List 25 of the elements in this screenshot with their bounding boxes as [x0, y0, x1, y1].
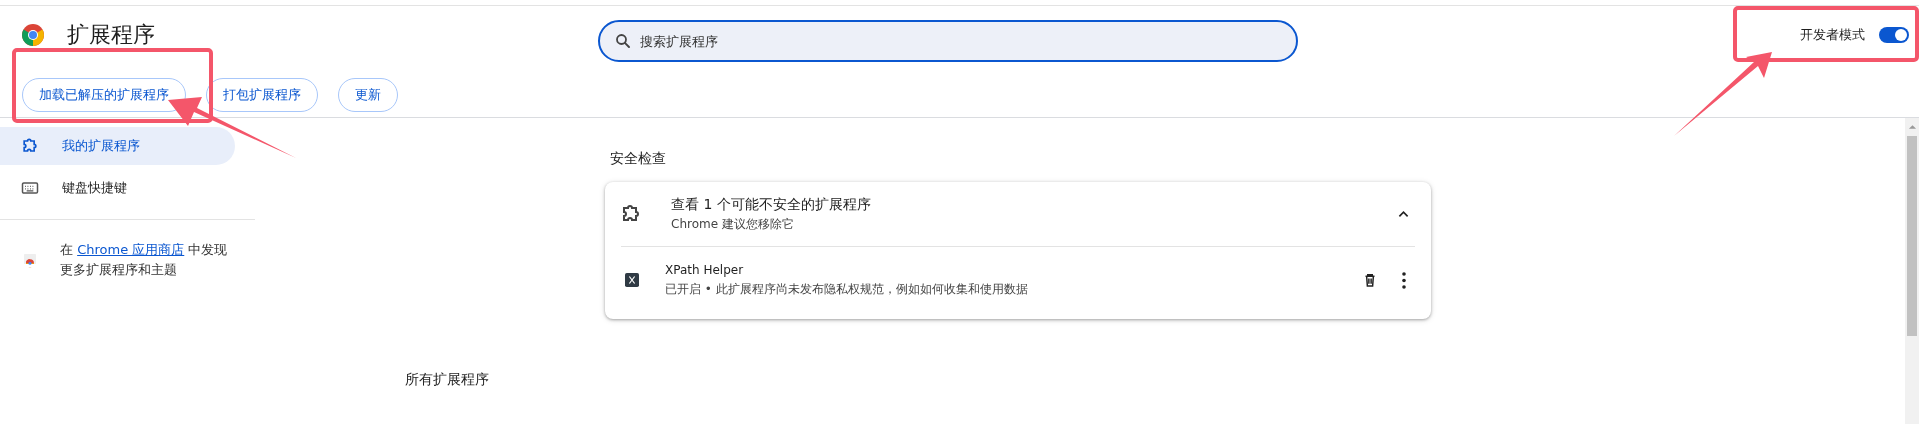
more-vert-icon [1402, 271, 1406, 289]
safety-check-subtitle: Chrome 建议您移除它 [671, 215, 795, 233]
sidebar-item[interactable]: 我的扩展程序 [0, 127, 235, 165]
web-store-icon [22, 252, 38, 268]
toolbar-button[interactable]: 加载已解压的扩展程序 [22, 78, 186, 112]
safety-check-title: 查看 1 个可能不安全的扩展程序 [671, 195, 872, 214]
search-icon [614, 32, 632, 50]
extension-icon [625, 273, 639, 287]
section-heading: 安全检查 [610, 150, 667, 168]
web-store-link[interactable]: Chrome 应用商店 [77, 242, 185, 257]
page-title: 扩展程序 [67, 21, 155, 49]
developer-mode-toggle[interactable] [1879, 27, 1909, 43]
extension-name: XPath Helper [665, 262, 745, 277]
sidebar-item[interactable]: 键盘快捷键 [0, 169, 235, 207]
chevron-up-icon [1398, 210, 1409, 218]
safety-check-header[interactable]: 查看 1 个可能不安全的扩展程序 Chrome 建议您移除它 [605, 182, 1431, 246]
scrollbar[interactable] [1905, 118, 1919, 424]
extension-description: 已开启 • 此扩展程序尚未发布隐私权规范，例如如何收集和使用数据 [665, 280, 1029, 298]
toolbar-button[interactable]: 打包扩展程序 [206, 78, 318, 112]
store-promo-text: 在 Chrome 应用商店 中发现更多扩展程序和主题 [60, 241, 229, 279]
search-field[interactable]: 搜索扩展程序 [598, 20, 1298, 62]
developer-mode-label: 开发者模式 [1800, 26, 1865, 44]
section-heading: 所有扩展程序 [405, 371, 490, 389]
chrome-logo-icon [21, 23, 45, 47]
toolbar-button[interactable]: 更新 [338, 78, 398, 112]
